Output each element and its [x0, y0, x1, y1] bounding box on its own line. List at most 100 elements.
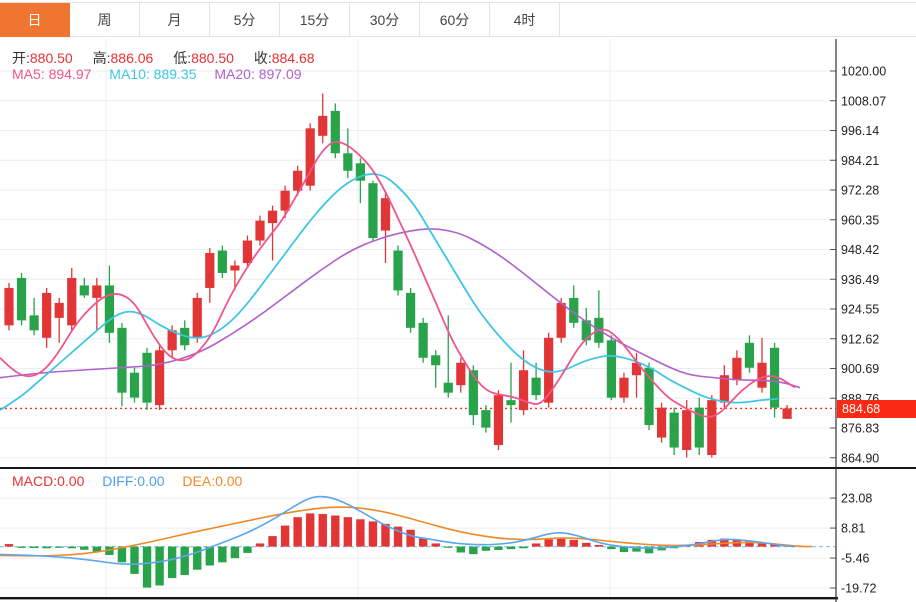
current-price-badge: 884.68	[837, 400, 916, 418]
candle-body	[657, 407, 667, 438]
macd-bar	[130, 546, 139, 574]
macd-bar	[255, 543, 265, 547]
candle-body	[669, 412, 679, 448]
candle-body	[456, 362, 466, 386]
tab-5min[interactable]: 5分	[210, 3, 280, 37]
main-ytick: 1020.00	[841, 65, 886, 79]
macd-bar	[356, 519, 365, 547]
candle-body	[606, 340, 616, 398]
candle-body	[4, 287, 14, 326]
candle-body	[242, 240, 253, 264]
candle-body	[16, 277, 27, 321]
candle-body	[431, 355, 441, 366]
macd-bar	[155, 546, 164, 586]
main-ytick: 996.14	[841, 124, 879, 138]
ma5-readout: MA5: 894.97	[12, 66, 92, 82]
main-ytick: 960.35	[841, 213, 879, 227]
macd-bar	[506, 546, 516, 550]
main-ytick: 936.49	[841, 273, 879, 287]
candle-body	[343, 153, 353, 171]
candle-body	[443, 382, 453, 393]
candle-body	[481, 410, 491, 428]
macd-bar	[17, 546, 26, 548]
period-tabbar: 日 周 月 5分 15分 30分 60分 4时	[0, 2, 916, 37]
tab-month[interactable]: 月	[140, 3, 210, 37]
candle-body	[531, 377, 541, 396]
macd-ytick: -5.46	[841, 552, 870, 566]
candle-body	[782, 408, 792, 419]
high-label: 高:	[92, 50, 111, 66]
macd-bar	[230, 546, 240, 559]
candle-body	[29, 315, 39, 331]
candle-body	[54, 302, 64, 318]
main-ytick: 876.83	[841, 422, 879, 436]
candle-body	[732, 357, 742, 381]
candle-body	[155, 350, 165, 406]
trading-chart-app: 日 周 月 5分 15分 30分 60分 4时 开:880.50 高:886.0…	[0, 0, 916, 602]
candle-body	[406, 292, 416, 328]
tab-15min[interactable]: 15分	[280, 3, 350, 37]
candle-body	[192, 297, 202, 338]
candle-body	[255, 220, 265, 241]
candle-body	[92, 285, 102, 298]
macd-bar	[218, 546, 227, 563]
main-ytick: 912.62	[841, 332, 879, 346]
macd-bar	[406, 529, 415, 547]
tab-day[interactable]: 日	[0, 3, 70, 37]
candle-body	[142, 352, 152, 403]
macd-bar	[318, 514, 327, 547]
macd-bar	[4, 544, 14, 547]
macd-bar	[481, 546, 491, 551]
macd-value: MACD:0.00	[12, 473, 85, 489]
macd-bar	[142, 546, 152, 588]
candle-body	[67, 277, 77, 326]
candle-body	[418, 322, 428, 358]
ma-readout: MA5: 894.97 MA10: 889.35 MA20: 897.09	[12, 66, 302, 82]
macd-ytick: 23.08	[841, 492, 872, 506]
candle-body	[707, 400, 717, 456]
open-value: 880.50	[29, 50, 73, 66]
dea-value: DEA:0.00	[182, 473, 243, 489]
tab-60min[interactable]: 60分	[420, 3, 490, 37]
candle-body	[506, 400, 516, 406]
macd-bar	[444, 546, 453, 548]
candle-body	[217, 250, 227, 273]
candle-body	[205, 253, 215, 288]
main-ytick: 984.21	[841, 154, 879, 168]
macd-bar	[456, 546, 465, 553]
tab-30min[interactable]: 30分	[350, 3, 420, 37]
main-ytick: 900.69	[841, 362, 879, 376]
candle-body	[330, 110, 340, 154]
candle-body	[280, 190, 290, 211]
candle-body	[493, 395, 504, 446]
candle-body	[79, 285, 89, 296]
main-ytick: 948.42	[841, 243, 879, 257]
tab-week[interactable]: 周	[70, 3, 140, 37]
macd-bar	[431, 543, 440, 547]
tab-4hour[interactable]: 4时	[490, 3, 560, 37]
main-ytick: 924.55	[841, 303, 879, 317]
candle-body	[393, 250, 403, 291]
candle-body	[518, 370, 529, 411]
macd-bar	[557, 537, 566, 547]
macd-bar	[167, 546, 177, 579]
macd-bar	[29, 546, 39, 549]
main-ytick: 1008.07	[841, 94, 886, 108]
macd-bar	[494, 546, 503, 550]
macd-bar	[343, 517, 353, 547]
close-value: 884.68	[271, 50, 315, 66]
candle-body	[619, 377, 629, 398]
macd-bar	[569, 539, 578, 547]
macd-bar	[67, 546, 76, 549]
low-label: 低:	[173, 50, 192, 66]
candle-body	[104, 285, 114, 333]
macd-bar	[531, 543, 541, 547]
candle-body	[744, 342, 755, 368]
macd-readout: MACD:0.00 DIFF:0.00 DEA:0.00	[12, 473, 242, 489]
main-ytick: 972.28	[841, 184, 879, 198]
ma20-readout: MA20: 897.09	[214, 66, 302, 82]
candle-body	[230, 265, 240, 271]
macd-bar	[544, 539, 553, 547]
macd-ytick: -19.72	[841, 582, 876, 596]
candlestick-chart[interactable]: 1020.00 1008.07 996.14 984.21 972.28 960.35 94…	[0, 0, 916, 602]
